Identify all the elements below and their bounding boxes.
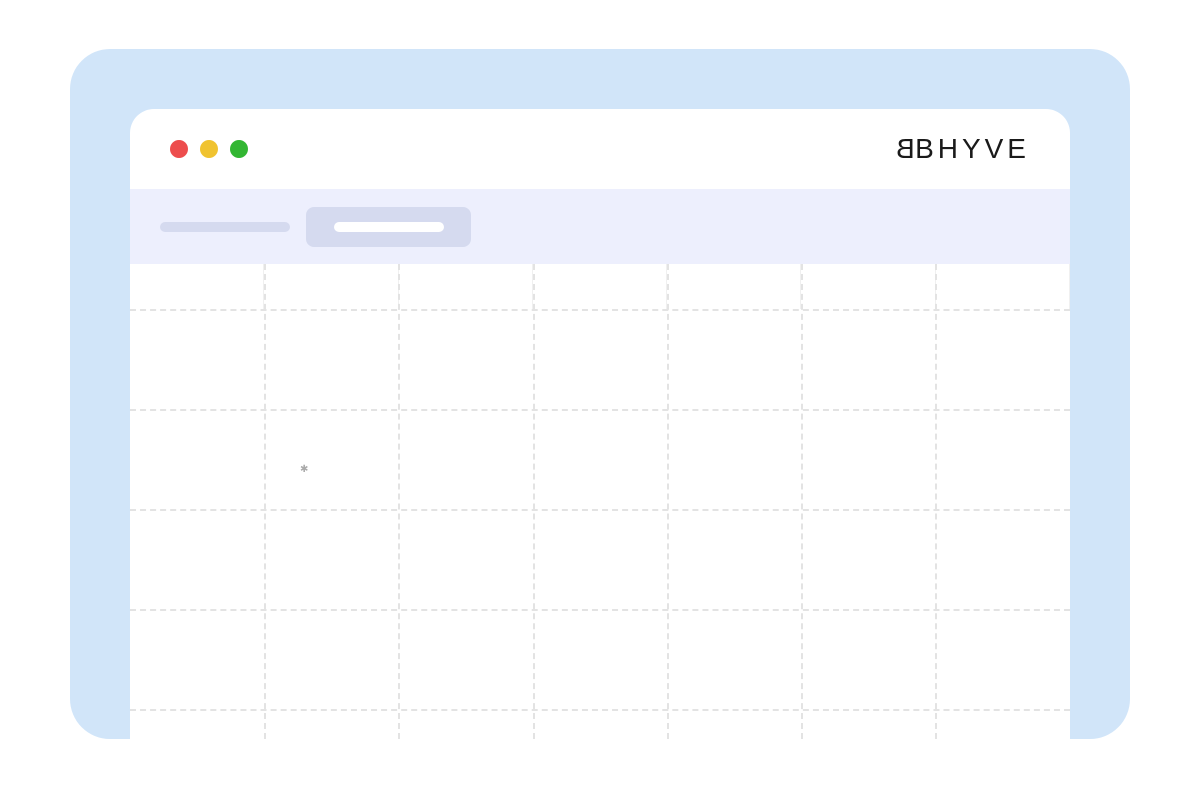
grid-vline: [398, 264, 400, 739]
grid-vline: [533, 264, 535, 739]
maximize-button[interactable]: [230, 140, 248, 158]
browser-window: BBHYVE: [130, 109, 1070, 739]
title-bar: BBHYVE: [130, 109, 1070, 189]
calendar-area[interactable]: ✱: [130, 264, 1070, 739]
toolbar-button[interactable]: [306, 207, 471, 247]
grid-hline: [130, 609, 1070, 611]
toolbar-placeholder-1[interactable]: [160, 222, 290, 232]
grid-hline: [130, 709, 1070, 711]
grid-vline: [264, 264, 266, 739]
grid-vline: [801, 264, 803, 739]
outer-frame: BBHYVE: [70, 49, 1130, 739]
grid-hline: [130, 509, 1070, 511]
brand-text: BHYVE: [915, 133, 1030, 165]
grid-vline: [667, 264, 669, 739]
window-controls: [170, 140, 248, 158]
toolbar: [130, 189, 1070, 264]
toolbar-button-label: [334, 222, 444, 232]
close-button[interactable]: [170, 140, 188, 158]
brand-logo: BBHYVE: [892, 133, 1030, 165]
brand-b-icon: B: [892, 133, 915, 165]
grid-hline: [130, 309, 1070, 311]
minimize-button[interactable]: [200, 140, 218, 158]
calendar-grid: [130, 264, 1070, 739]
grid-hline: [130, 409, 1070, 411]
grid-vline: [935, 264, 937, 739]
cursor-marker-icon: ✱: [300, 464, 308, 472]
